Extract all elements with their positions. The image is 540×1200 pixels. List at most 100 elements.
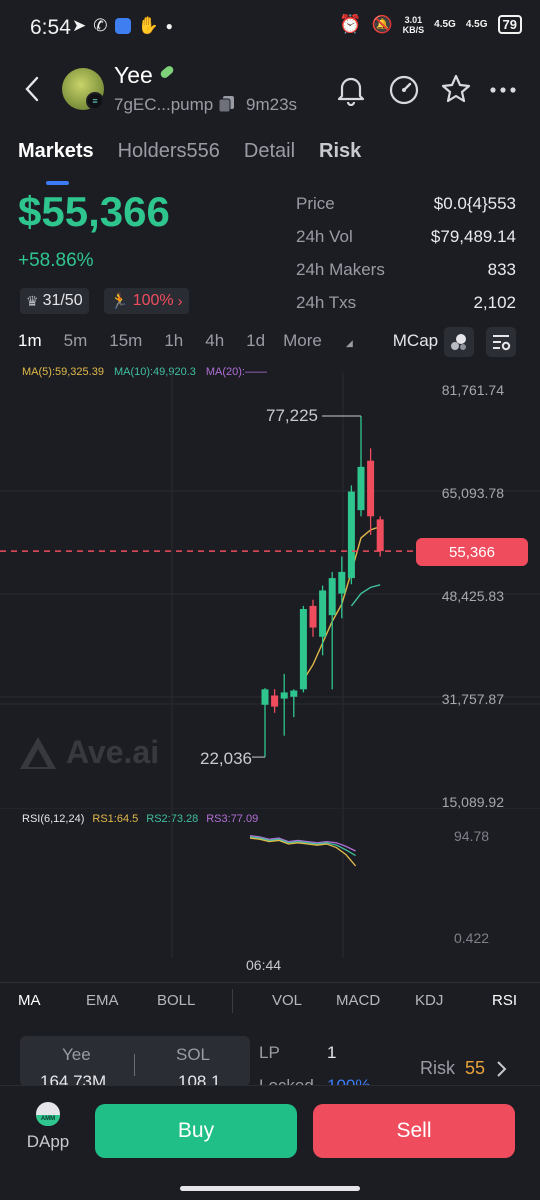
chevron-right-icon: › <box>177 292 183 310</box>
dropdown-triangle-icon: ◢ <box>345 338 353 348</box>
high-label: 77,225 <box>266 406 318 425</box>
token-address: 7gEC...pump <box>114 95 214 114</box>
more-button[interactable] <box>488 80 518 105</box>
indicator-ema[interactable]: EMA <box>86 992 119 1009</box>
timeframe-5m[interactable]: 5m <box>64 331 88 351</box>
alert-button[interactable] <box>336 74 366 111</box>
amm-icon: AMM <box>36 1102 60 1126</box>
indicator-boll[interactable]: BOLL <box>157 992 195 1009</box>
risk-value: 55 <box>465 1058 486 1078</box>
stats-panel: Price $0.0{4}553 24h Vol $79,489.14 24h Ma… <box>296 194 516 326</box>
token-name: Yee <box>114 62 153 88</box>
crown-icon: ♛ <box>26 292 39 309</box>
gauge-icon <box>389 75 419 105</box>
more-dots-icon <box>490 87 516 93</box>
pool-sol-amount: 108.1 <box>178 1072 221 1086</box>
chart-settings-button[interactable] <box>486 327 516 357</box>
mute-icon: 🔕 <box>371 14 393 34</box>
y-tick-label: 48,425.83 <box>441 588 504 604</box>
star-icon <box>441 74 471 103</box>
runner-icon: 🏃 <box>110 293 129 310</box>
indicator-kdj[interactable]: KDJ <box>415 992 443 1009</box>
timeframe-more[interactable]: More ◢ <box>283 331 375 351</box>
pool-token-label: Yee <box>62 1045 91 1064</box>
timeframe-4h[interactable]: 4h <box>205 331 224 351</box>
tab-detail[interactable]: Detail <box>244 140 295 163</box>
rsi-top-tick: 94.78 <box>454 828 490 844</box>
token-age: 9m23s <box>246 95 298 114</box>
pool-sol-label: SOL <box>176 1045 211 1064</box>
candle-body <box>376 519 384 552</box>
status-bar: 6:54 ➤ ✆ ✋ ● ⏰ 🔕 3.01 KB/S 4.5G 4.5G 79 <box>0 0 540 56</box>
timeframe-1h[interactable]: 1h <box>164 331 183 351</box>
chart-mode-select[interactable]: MCap◢ <box>393 331 491 351</box>
indicator-ma[interactable]: MA <box>18 992 41 1009</box>
risk-label: Risk <box>420 1058 455 1078</box>
indicator-macd[interactable]: MACD <box>336 992 380 1009</box>
tab-indicator <box>46 181 69 185</box>
runner-chip[interactable]: 🏃 100% › <box>104 288 189 314</box>
candle-body <box>309 605 317 628</box>
chevron-right-icon <box>497 1060 507 1077</box>
price-change: +58.86% <box>18 250 94 271</box>
timeframe-bar: 1m 5m 15m 1h 4h 1d More◢ MCap◢ <box>18 331 513 351</box>
stat-price: Price $0.0{4}553 <box>296 194 516 213</box>
tab-risk[interactable]: Risk <box>319 140 361 163</box>
chevron-left-icon <box>25 76 39 102</box>
candle-body <box>328 578 336 616</box>
tab-holders[interactable]: Holders556 <box>118 140 220 163</box>
stat-24h-txs: 24h Txs 2,102 <box>296 293 516 312</box>
candle-body <box>338 571 346 594</box>
market-cap-value: $55,366 <box>18 188 170 235</box>
tab-bar: Markets Holders556 Detail Risk <box>18 140 361 163</box>
lp-value: 1 <box>327 1043 337 1062</box>
x-axis-time: 06:44 <box>246 957 282 973</box>
indicator-settings-button[interactable] <box>444 327 474 357</box>
candle-body <box>280 692 288 699</box>
timeframe-1m[interactable]: 1m <box>18 331 42 351</box>
speed-button[interactable] <box>388 74 420 111</box>
solana-icon: ≡ <box>86 92 104 110</box>
bell-icon <box>337 77 365 107</box>
tab-markets[interactable]: Markets <box>18 140 94 163</box>
timeframe-1d[interactable]: 1d <box>246 331 265 351</box>
status-time: 6:54 <box>30 16 71 39</box>
risk-row[interactable]: Risk 55 <box>420 1058 507 1079</box>
bubbles-icon <box>451 334 466 350</box>
candle-body <box>367 460 375 517</box>
status-right: ⏰ 🔕 3.01 KB/S 4.5G 4.5G 79 <box>339 14 522 35</box>
favorite-button[interactable] <box>440 73 472 110</box>
app-icon <box>114 18 131 34</box>
pool-token-amount: 164.73M <box>40 1072 107 1086</box>
dapp-button[interactable]: AMM DApp <box>24 1102 72 1158</box>
sell-button[interactable]: Sell <box>313 1104 515 1158</box>
indicator-vol[interactable]: VOL <box>272 992 302 1009</box>
rank-value: 31/50 <box>42 292 83 309</box>
y-tick-label: 65,093.78 <box>441 485 504 501</box>
verified-pill-icon <box>159 64 175 80</box>
back-button[interactable] <box>20 74 46 104</box>
copy-icon[interactable] <box>218 95 236 113</box>
pool-card: Yee 164.73M SOL 108.1 <box>20 1036 250 1086</box>
dapp-label: DApp <box>26 1132 70 1151</box>
ma10-line <box>350 584 381 607</box>
indicator-rsi[interactable]: RSI <box>492 992 517 1009</box>
candle-body <box>261 689 269 705</box>
candle-body <box>319 590 327 637</box>
current-value-tag: 55,366 <box>416 538 528 566</box>
stat-24h-makers: 24h Makers 833 <box>296 260 516 279</box>
runner-value: 100% <box>132 292 174 309</box>
signal-icon: 4.5G <box>434 19 456 30</box>
buy-button[interactable]: Buy <box>95 1104 297 1158</box>
indicator-divider <box>232 989 233 1013</box>
dot-icon: ● <box>165 19 173 33</box>
rank-chip[interactable]: ♛ 31/50 <box>20 288 89 314</box>
whatsapp-icon: ✆ <box>93 16 108 35</box>
candle-body <box>357 466 365 511</box>
net-speed: 3.01 KB/S <box>402 14 425 35</box>
y-tick-label: 81,761.74 <box>441 382 504 398</box>
timeframe-15m[interactable]: 15m <box>109 331 142 351</box>
candle-body <box>271 695 279 707</box>
rsi-bottom-tick: 0.422 <box>454 930 490 946</box>
signal-icon-2: 4.5G <box>465 19 488 30</box>
